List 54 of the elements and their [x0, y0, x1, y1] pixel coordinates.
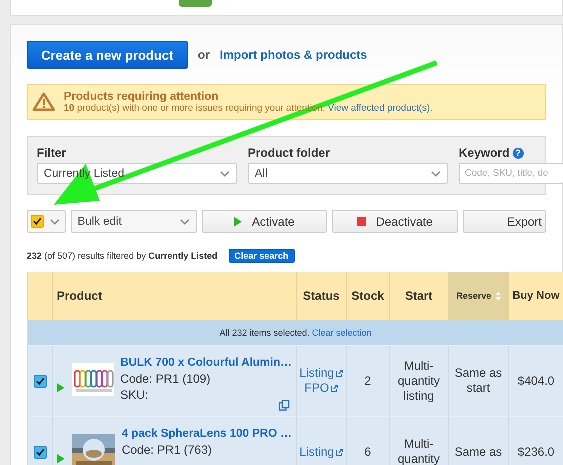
product-title-link[interactable]: 4 pack SpheraLens 100 PRO …: [122, 426, 292, 442]
chevron-icon: [220, 170, 230, 176]
play-icon: [234, 216, 242, 226]
select-all-checkbox[interactable]: [31, 215, 44, 228]
stop-icon: [357, 217, 366, 226]
status-link[interactable]: Listing: [300, 366, 344, 381]
column-header[interactable]: Buy Now: [508, 272, 563, 320]
row-checkbox[interactable]: [34, 374, 46, 388]
column-header[interactable]: Stock: [346, 272, 390, 320]
column-header[interactable]: Reserve: [448, 272, 508, 320]
external-link-icon: [336, 370, 344, 377]
chevron-icon: [180, 218, 190, 224]
import-link[interactable]: Import photos & products: [220, 48, 368, 62]
product-title-link[interactable]: BULK 700 x Colourful Alumin…: [120, 355, 292, 371]
column-header[interactable]: Start: [390, 272, 448, 320]
create-product-button[interactable]: Create a new product: [27, 41, 188, 69]
selection-message: All 232 items selected.: [220, 328, 310, 338]
stock-cell: 2: [364, 374, 372, 388]
start-cell: Multi-quantity listing: [398, 358, 440, 402]
copy-icon[interactable]: [279, 400, 290, 411]
product-code: Code: PR1 (109): [120, 371, 212, 387]
chevron-icon: [50, 218, 60, 224]
filter-label: Product folder: [248, 146, 330, 160]
export-button[interactable]: Export: [462, 210, 546, 233]
stock-cell: 6: [364, 444, 372, 458]
column-header[interactable]: Product: [52, 272, 296, 320]
alert-title: Products requiring attention: [64, 90, 220, 102]
results-summary: 232 (of 507) results filtered by Currently Listed: [27, 251, 218, 261]
or-label: or: [198, 48, 210, 62]
help-icon[interactable]: ?: [512, 148, 524, 158]
sort-icon: [496, 292, 501, 302]
activate-button[interactable]: Activate: [202, 210, 328, 233]
deactivate-button[interactable]: Deactivate: [332, 210, 458, 233]
external-link-icon: [331, 385, 338, 392]
product-code: Code: PR1 (763): [122, 442, 214, 458]
select-all-dropdown[interactable]: [27, 210, 66, 233]
reserve-cell: Same as: [454, 444, 502, 458]
row-checkbox[interactable]: [34, 446, 46, 459]
external-link-icon: [336, 448, 344, 456]
column-header[interactable]: Status: [296, 272, 346, 320]
affected-products-link[interactable]: View affected product(s).: [328, 102, 433, 114]
warning-icon: [32, 92, 56, 112]
bulk-edit-dropdown[interactable]: Bulk edit: [70, 210, 197, 233]
filter-label: Filter: [37, 146, 66, 160]
keyword-field[interactable]: Code, SKU, title, de: [459, 163, 563, 184]
filter-dropdown[interactable]: All: [248, 163, 448, 184]
reserve-cell: Same as start: [454, 366, 502, 395]
price-cell: $404.0: [518, 374, 555, 388]
sku-label: SKU:: [120, 387, 150, 403]
price-cell: $236.0: [518, 444, 555, 458]
status-link[interactable]: FPO: [304, 381, 338, 396]
chevron-icon: [431, 170, 441, 176]
filter-label: Keyword: [459, 146, 510, 160]
clear-search-button[interactable]: Clear search: [228, 249, 295, 263]
